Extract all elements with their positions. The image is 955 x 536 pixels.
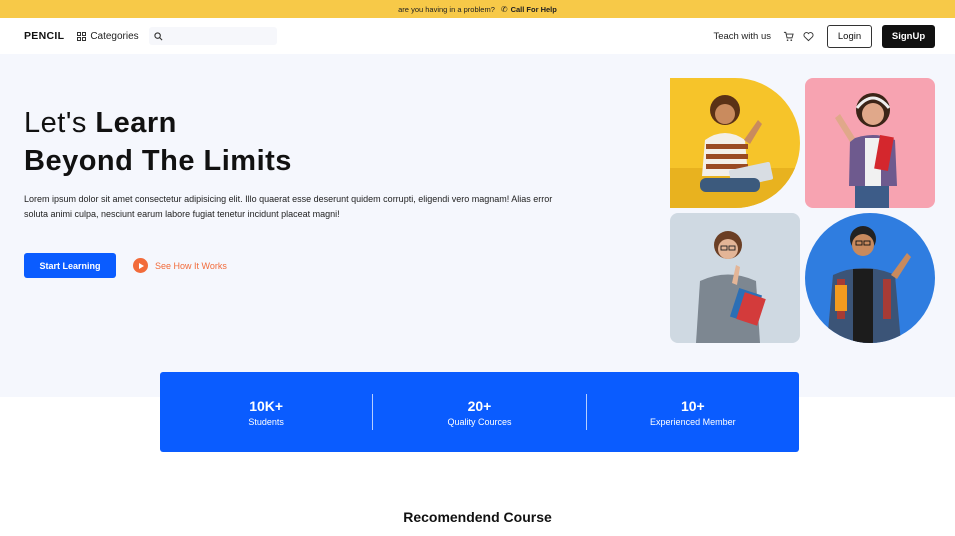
teach-with-us-link[interactable]: Teach with us: [713, 31, 771, 42]
stat-label: Experienced Member: [650, 416, 736, 427]
start-learning-button[interactable]: Start Learning: [24, 253, 116, 278]
announcement-text: are you having in a problem?: [398, 4, 495, 14]
grid-icon: [77, 31, 87, 41]
search-icon: [154, 31, 163, 40]
stat-students: 10K+ Students: [160, 398, 372, 427]
hero-image-student-laptop: [670, 78, 800, 208]
stats-banner: 10K+ Students 20+ Quality Cources 10+ Ex…: [160, 372, 799, 452]
stat-members: 10+ Experienced Member: [587, 398, 799, 427]
hero-title-bold: Learn: [95, 107, 177, 139]
nav-actions: Teach with us Login SignUp: [713, 24, 935, 48]
call-for-help-link[interactable]: ✆ Call For Help: [501, 5, 557, 14]
see-how-it-works-label: See How It Works: [155, 260, 227, 271]
call-for-help-label: Call For Help: [510, 4, 557, 14]
stat-value: 20+: [467, 397, 492, 414]
stat-courses: 20+ Quality Cources: [373, 398, 585, 427]
phone-icon: ✆: [500, 4, 508, 14]
login-button[interactable]: Login: [827, 24, 872, 48]
hero-image-student-thinking: [670, 213, 800, 343]
cart-icon[interactable]: [781, 29, 795, 43]
hero-title: Let's Learn Beyond The Limits: [24, 104, 292, 180]
categories-label: Categories: [90, 30, 139, 42]
categories-button[interactable]: Categories: [77, 30, 139, 42]
section-title: Recomendend Course: [403, 509, 552, 525]
navbar: PENCIL Categories Teach with us Login Si…: [0, 18, 955, 54]
stat-label: Quality Cources: [447, 416, 512, 427]
announcement-bar: are you having in a problem? ✆ Call For …: [0, 0, 955, 18]
hero-title-line2: Beyond The Limits: [24, 145, 292, 177]
stat-label: Students: [248, 416, 284, 427]
hero-title-light: Let's: [24, 107, 96, 139]
search-box[interactable]: [148, 27, 277, 45]
signup-button[interactable]: SignUp: [882, 24, 935, 48]
see-how-it-works-link[interactable]: See How It Works: [133, 258, 227, 273]
stat-value: 10+: [680, 397, 705, 414]
search-input[interactable]: [166, 31, 267, 41]
play-icon: [133, 258, 148, 273]
hero-description: Lorem ipsum dolor sit amet consectetur a…: [24, 194, 553, 219]
stat-value: 10K+: [249, 397, 284, 414]
hero-image-student-headphones: [805, 78, 935, 208]
hero-image-student-excited: [805, 213, 935, 343]
heart-icon[interactable]: [801, 29, 815, 43]
logo[interactable]: PENCIL: [24, 30, 64, 42]
